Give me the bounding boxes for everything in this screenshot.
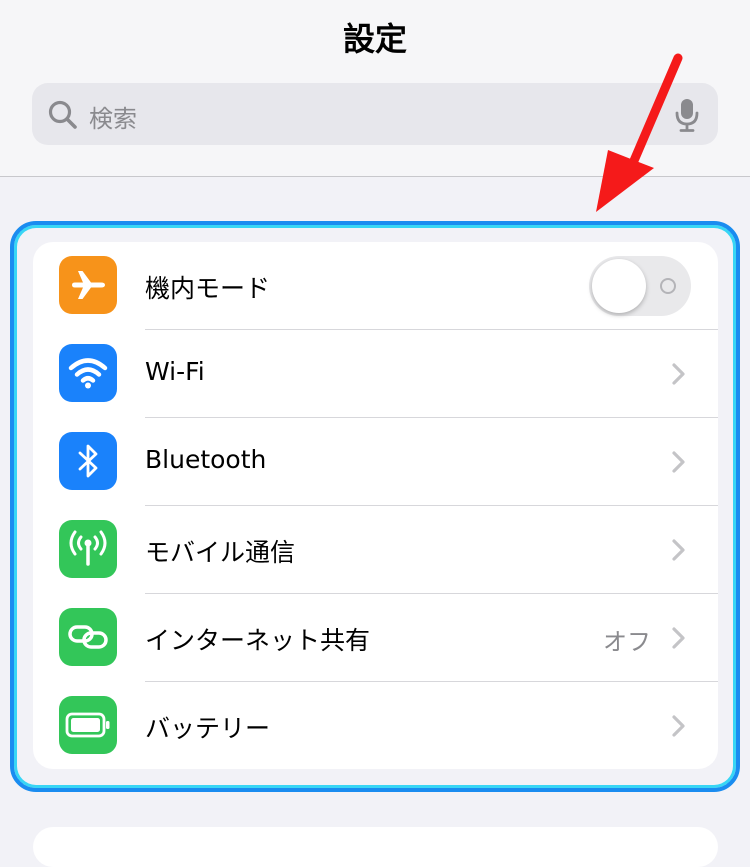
chevron-right-icon	[672, 539, 685, 561]
row-label: モバイル通信	[145, 538, 296, 567]
row-label: Bluetooth	[145, 445, 267, 474]
bluetooth-icon	[59, 432, 117, 490]
row-personal-hotspot[interactable]: インターネット共有 オフ	[33, 594, 718, 682]
airplane-mode-toggle[interactable]	[589, 256, 691, 316]
row-bluetooth[interactable]: Bluetooth	[33, 418, 718, 506]
search-icon	[48, 100, 77, 129]
airplane-icon	[59, 256, 117, 314]
wifi-icon	[59, 344, 117, 402]
hotspot-status: オフ	[603, 628, 651, 656]
chevron-right-icon	[672, 627, 685, 649]
row-label: Wi-Fi	[145, 357, 205, 386]
search-placeholder: 検索	[89, 105, 137, 133]
chevron-right-icon	[672, 715, 685, 737]
link-icon	[59, 608, 117, 666]
red-arrow-annotation-icon	[596, 53, 683, 212]
battery-icon	[59, 696, 117, 754]
chevron-right-icon	[672, 363, 685, 385]
row-wifi[interactable]: Wi-Fi	[33, 330, 718, 418]
next-settings-group	[33, 827, 718, 867]
toggle-knob	[592, 259, 646, 313]
row-battery[interactable]: バッテリー	[33, 682, 718, 769]
row-mobile-data[interactable]: モバイル通信	[33, 506, 718, 594]
row-label: バッテリー	[145, 714, 271, 743]
row-label: 機内モード	[145, 274, 271, 303]
chevron-right-icon	[672, 451, 685, 473]
toggle-off-indicator-icon	[660, 278, 676, 294]
antenna-icon	[59, 520, 117, 578]
row-label: インターネット共有	[145, 626, 371, 655]
settings-group: 機内モード Wi-Fi Bluetooth モバイル通信 インターネット共有 オ…	[33, 242, 718, 769]
row-airplane-mode[interactable]: 機内モード	[33, 242, 718, 330]
